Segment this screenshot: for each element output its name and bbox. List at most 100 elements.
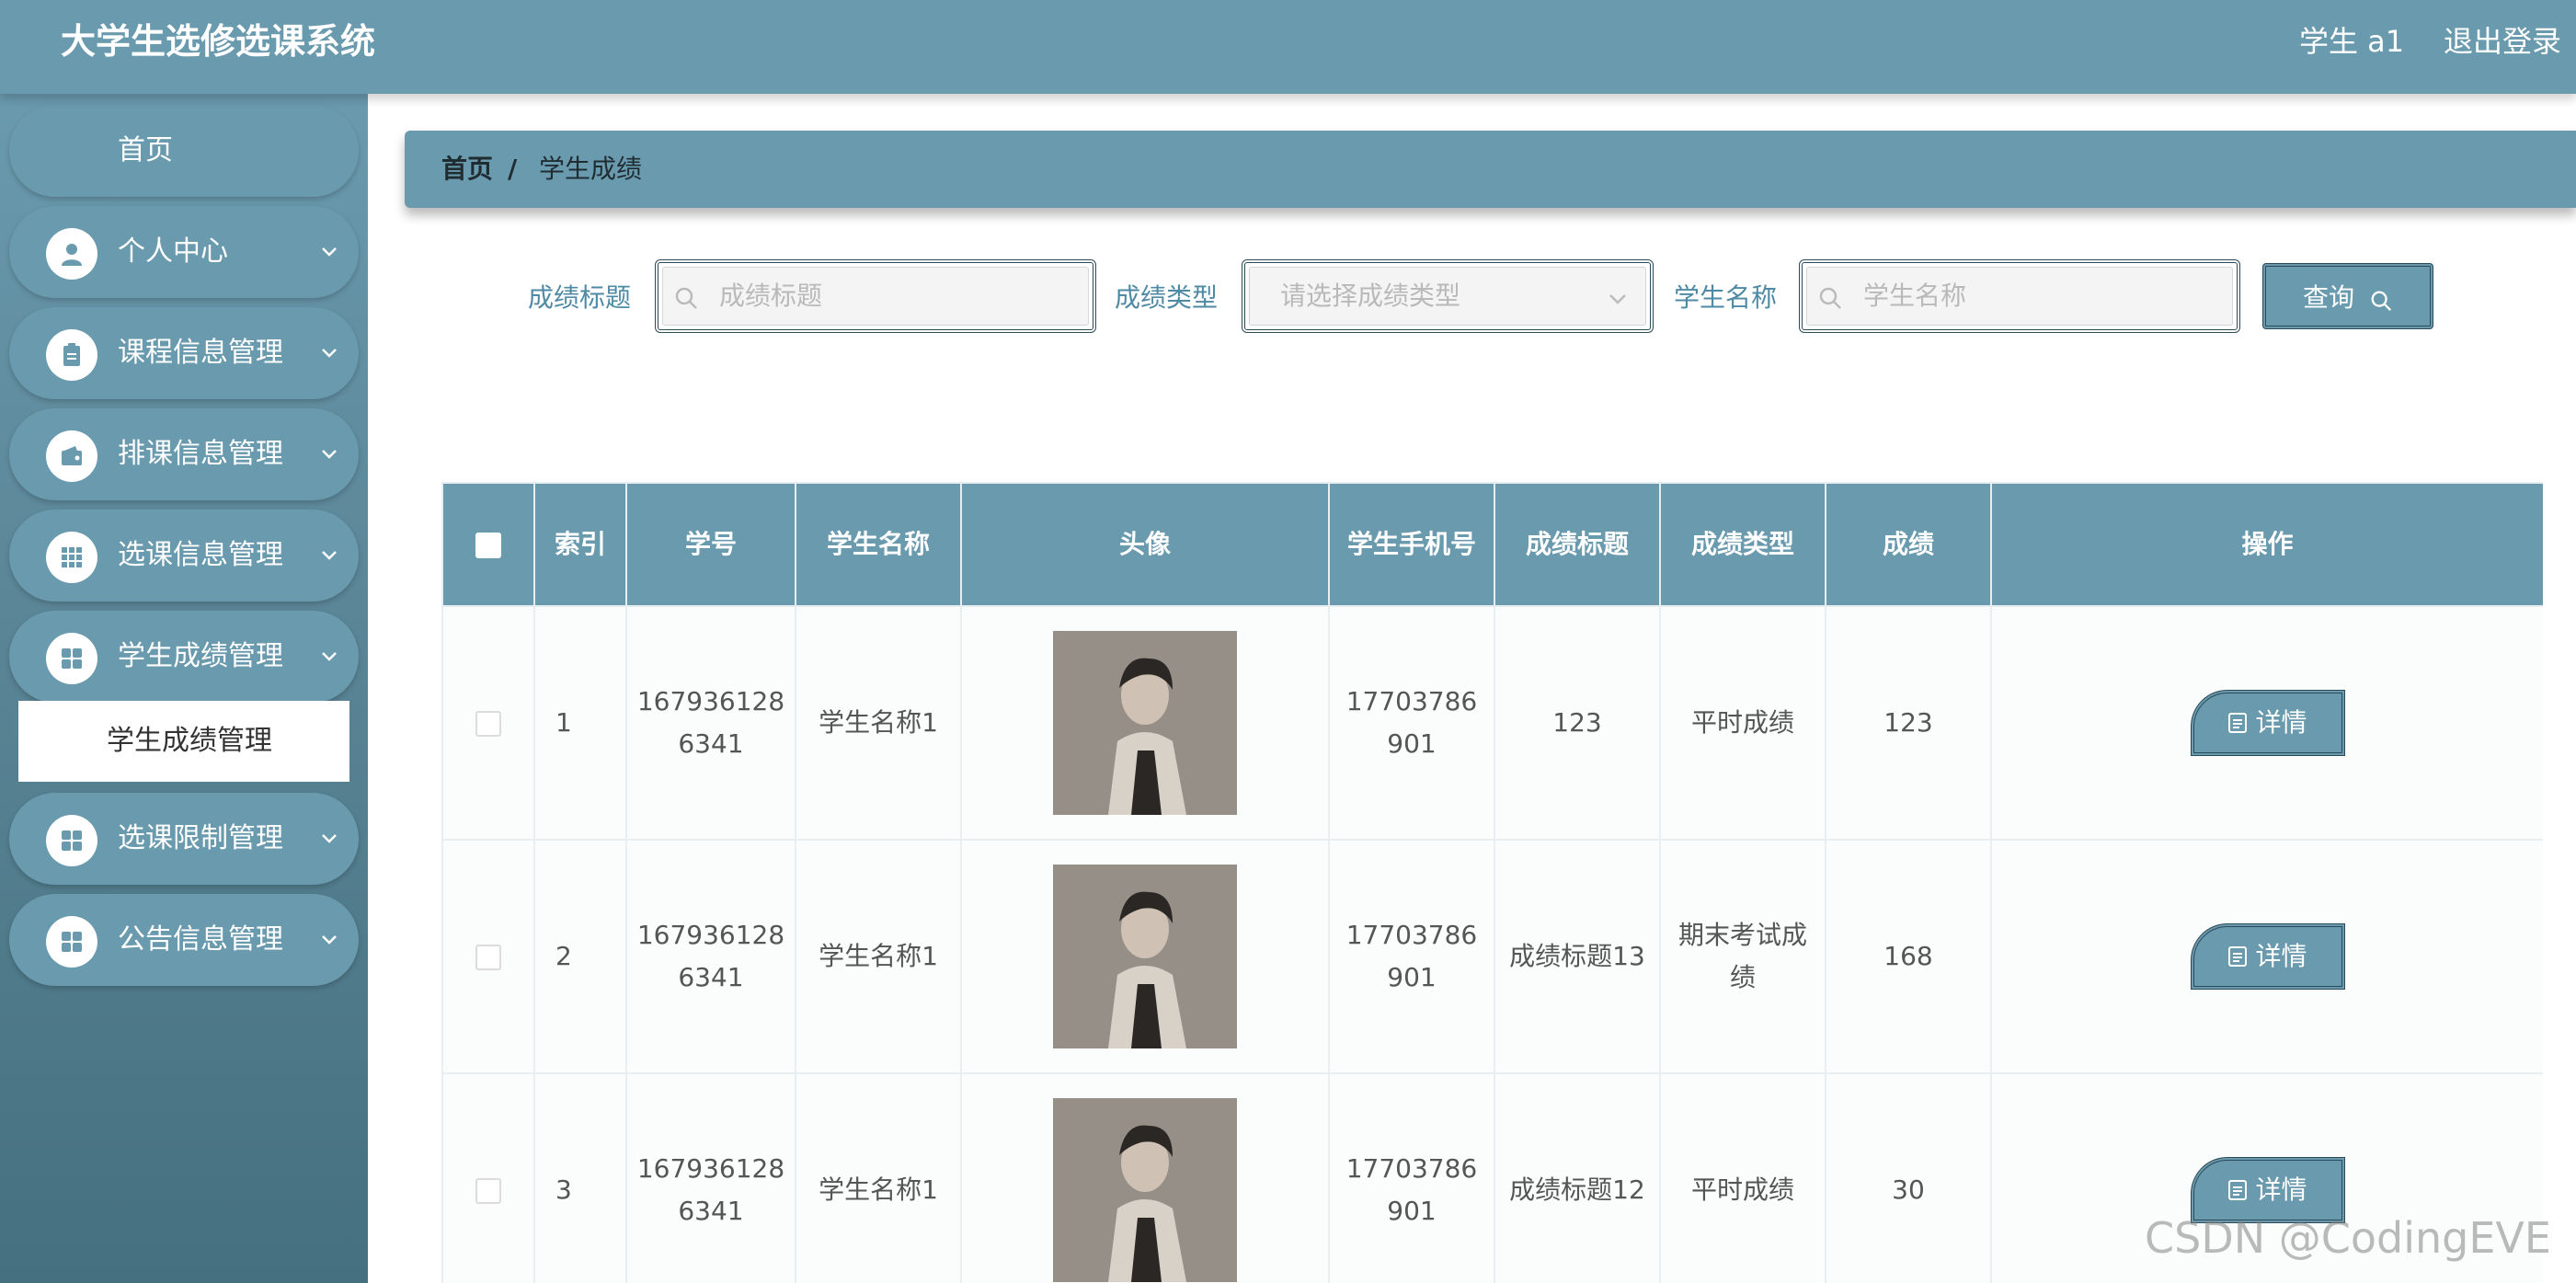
score-table: 索引 学号 学生名称 头像 学生手机号 成绩标题 成绩类型 成绩 操作 1 16… (441, 482, 2543, 1283)
sidebar-item-label: 课程信息管理 (118, 337, 283, 369)
sidebar-item-personal-center[interactable]: 个人中心 (9, 206, 359, 298)
cell-student-id: 1679361286341 (625, 839, 796, 1074)
cell-avatar (960, 605, 1330, 841)
detail-button-label: 详情 (2255, 1174, 2307, 1205)
cell-student-id: 1679361286341 (625, 605, 796, 841)
student-name-input[interactable]: 学生名称 (1799, 259, 2240, 333)
search-icon (2371, 291, 2392, 312)
apps-icon (46, 633, 97, 684)
cell-score-title: 成绩标题13 (1494, 839, 1661, 1074)
cell-actions: 详情 (1990, 839, 2543, 1074)
wallet-icon (46, 430, 97, 482)
sidebar: 首页 个人中心 课程信息管理 排课信息管理 选课信息管理 学生成绩管理 学生成绩… (0, 94, 368, 1283)
select-all-checkbox[interactable] (441, 482, 535, 607)
breadcrumb: 首页 / 学生成绩 (405, 131, 2576, 208)
cell-phone: 17703786901 (1328, 1072, 1495, 1283)
table-row: 2 1679361286341 学生名称1 17703786901 成绩标题13… (441, 839, 2543, 1074)
grid-icon (46, 532, 97, 583)
detail-button[interactable]: 详情 (2190, 690, 2345, 756)
cell-score-title: 123 (1494, 605, 1661, 841)
score-type-select[interactable]: 请选择成绩类型 (1242, 259, 1654, 333)
cell-actions: 详情 (1990, 605, 2543, 841)
sidebar-item-schedule-info[interactable]: 排课信息管理 (9, 408, 359, 500)
cell-student-id: 1679361286341 (625, 1072, 796, 1283)
cell-score-title: 成绩标题12 (1494, 1072, 1661, 1283)
detail-button[interactable]: 详情 (2190, 923, 2345, 990)
score-type-label: 成绩类型 (1115, 282, 1219, 313)
sidebar-item-label: 选课限制管理 (118, 822, 283, 854)
cell-index: 2 (533, 839, 627, 1074)
avatar (1053, 631, 1237, 815)
cell-score: 168 (1825, 839, 1992, 1074)
chevron-down-icon (322, 450, 337, 459)
cell-student-name: 学生名称1 (795, 839, 962, 1074)
table-row: 1 1679361286341 学生名称1 17703786901 123 平时… (441, 605, 2543, 841)
sidebar-item-label: 排课信息管理 (118, 438, 283, 470)
logout-link[interactable]: 退出登录 (2444, 20, 2561, 63)
apps-icon (46, 916, 97, 968)
student-name-label: 学生名称 (1674, 282, 1778, 313)
search-icon (1819, 287, 1841, 309)
col-header-student-name: 学生名称 (795, 482, 962, 607)
document-icon (2228, 1180, 2248, 1200)
document-icon (2228, 713, 2248, 733)
table-header-row: 索引 学号 学生名称 头像 学生手机号 成绩标题 成绩类型 成绩 操作 (441, 482, 2543, 607)
cell-score: 123 (1825, 605, 1992, 841)
col-header-student-id: 学号 (625, 482, 796, 607)
breadcrumb-home[interactable]: 首页 (441, 149, 493, 189)
sidebar-item-label: 个人中心 (118, 235, 228, 268)
chevron-down-icon (322, 652, 337, 661)
score-title-input[interactable]: 成绩标题 (655, 259, 1096, 333)
breadcrumb-separator: / (508, 154, 518, 184)
chevron-down-icon (322, 834, 337, 843)
chevron-down-icon (322, 935, 337, 945)
sidebar-item-home[interactable]: 首页 (9, 105, 359, 197)
submenu-item-student-score[interactable]: 学生成绩管理 (18, 701, 349, 782)
search-icon (675, 287, 697, 309)
cell-avatar (960, 839, 1330, 1074)
query-button[interactable]: 查询 (2262, 263, 2433, 329)
row-checkbox[interactable] (441, 605, 535, 841)
score-type-placeholder: 请选择成绩类型 (1280, 281, 1461, 311)
chevron-down-icon (1609, 294, 1626, 304)
cell-phone: 17703786901 (1328, 605, 1495, 841)
user-icon (46, 228, 97, 280)
clipboard-icon (46, 329, 97, 381)
cell-student-name: 学生名称1 (795, 1072, 962, 1283)
app-title: 大学生选修选课系统 (61, 21, 376, 62)
col-header-score-title: 成绩标题 (1494, 482, 1661, 607)
sidebar-item-announcement[interactable]: 公告信息管理 (9, 894, 359, 986)
score-title-label: 成绩标题 (528, 282, 632, 313)
chevron-down-icon (322, 349, 337, 358)
cell-phone: 17703786901 (1328, 839, 1495, 1074)
cell-score: 30 (1825, 1072, 1992, 1283)
current-user: 学生 a1 (2299, 24, 2405, 59)
col-header-score: 成绩 (1825, 482, 1992, 607)
row-checkbox[interactable] (441, 839, 535, 1074)
watermark: CSDN @CodingEVE (2145, 1213, 2551, 1263)
student-name-placeholder: 学生名称 (1863, 281, 1967, 311)
document-icon (2228, 946, 2248, 967)
chevron-down-icon (322, 551, 337, 560)
sidebar-item-course-info[interactable]: 课程信息管理 (9, 307, 359, 399)
cell-score-type: 平时成绩 (1659, 605, 1826, 841)
top-header: 大学生选修选课系统 学生 a1 退出登录 (0, 0, 2576, 94)
submenu-item-label: 学生成绩管理 (107, 725, 272, 757)
sidebar-item-label: 学生成绩管理 (118, 640, 283, 672)
cell-student-name: 学生名称1 (795, 605, 962, 841)
sidebar-item-label: 首页 (118, 134, 173, 166)
sidebar-item-label: 选课信息管理 (118, 539, 283, 571)
row-checkbox[interactable] (441, 1072, 535, 1283)
avatar (1053, 1098, 1237, 1282)
avatar (1053, 865, 1237, 1048)
cell-score-type: 期末考试成绩 (1659, 839, 1826, 1074)
sidebar-item-selection-limit[interactable]: 选课限制管理 (9, 793, 359, 885)
col-header-avatar: 头像 (960, 482, 1330, 607)
cell-index: 3 (533, 1072, 627, 1283)
sidebar-item-student-score[interactable]: 学生成绩管理 (9, 611, 359, 703)
detail-button-label: 详情 (2255, 707, 2307, 738)
sidebar-item-selection-info[interactable]: 选课信息管理 (9, 510, 359, 601)
breadcrumb-current: 学生成绩 (539, 154, 643, 184)
col-header-actions: 操作 (1990, 482, 2543, 607)
detail-button-label: 详情 (2255, 941, 2307, 971)
